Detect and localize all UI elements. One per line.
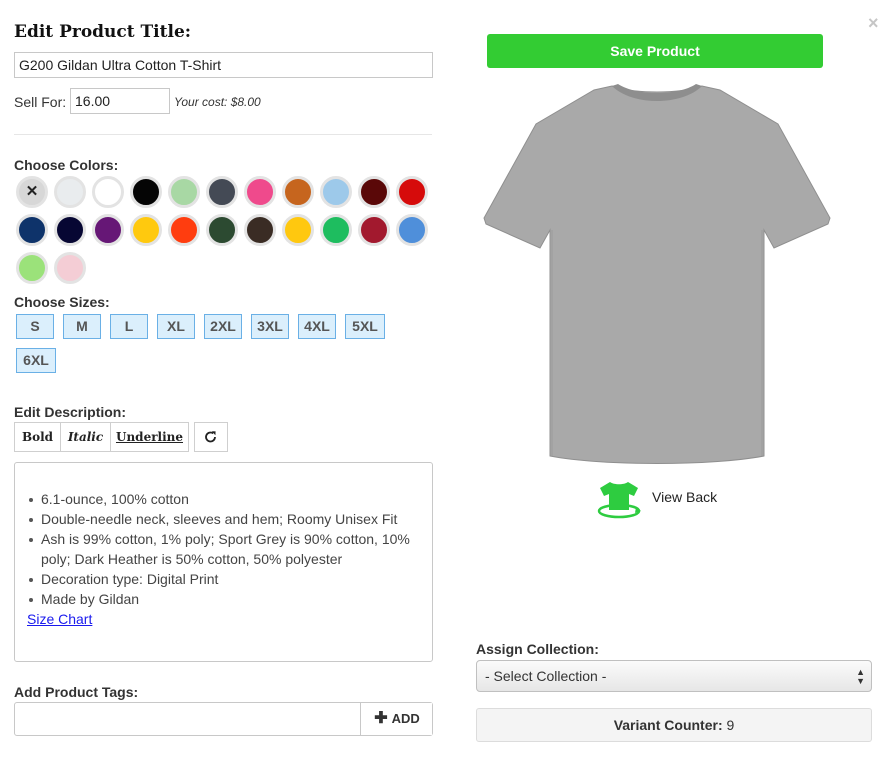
- color-swatch-purple[interactable]: [92, 214, 124, 246]
- description-editor[interactable]: 6.1-ounce, 100% cotton Double-needle neck…: [14, 462, 433, 662]
- color-swatch-pink[interactable]: [244, 176, 276, 208]
- color-swatch-yellow[interactable]: [282, 214, 314, 246]
- clear-colors-icon: ✕: [25, 183, 39, 200]
- save-product-button[interactable]: Save Product: [487, 34, 823, 68]
- choose-sizes-label: Choose Sizes:: [14, 294, 110, 310]
- color-swatch-dark-chocolate[interactable]: [244, 214, 276, 246]
- size-button-6xl[interactable]: 6XL: [16, 348, 56, 373]
- color-swatch-ash[interactable]: [54, 176, 86, 208]
- color-swatch-orange[interactable]: [168, 214, 200, 246]
- color-swatch-kelly-green[interactable]: [320, 214, 352, 246]
- description-bullet: 6.1-ounce, 100% cotton: [27, 489, 420, 509]
- color-swatch-texas-orange[interactable]: [282, 176, 314, 208]
- color-swatch-navy[interactable]: [16, 214, 48, 246]
- add-product-tags-label: Add Product Tags:: [14, 684, 139, 700]
- size-button-l[interactable]: L: [110, 314, 148, 339]
- color-swatch-gold[interactable]: [130, 214, 162, 246]
- variant-counter-value: 9: [726, 717, 735, 733]
- assign-collection-label: Assign Collection:: [476, 641, 599, 657]
- color-swatch-maroon[interactable]: [358, 176, 390, 208]
- variant-counter: Variant Counter: 9: [476, 708, 872, 742]
- size-button-3xl[interactable]: 3XL: [251, 314, 289, 339]
- color-swatch-red[interactable]: [396, 176, 428, 208]
- color-swatch-carolina-blue[interactable]: [396, 214, 428, 246]
- add-tag-button[interactable]: ✚ ADD: [362, 703, 432, 735]
- redo-icon: [205, 431, 216, 443]
- color-swatch-dark-heather[interactable]: [206, 176, 238, 208]
- edit-product-title-label: Edit Product Title:: [14, 22, 192, 42]
- color-swatch-white[interactable]: [92, 176, 124, 208]
- tags-input[interactable]: [15, 703, 361, 735]
- size-button-2xl[interactable]: 2XL: [204, 314, 242, 339]
- sell-price-input[interactable]: [70, 88, 170, 114]
- color-swatch-black[interactable]: [130, 176, 162, 208]
- close-icon[interactable]: ×: [868, 14, 879, 32]
- tags-row: ✚ ADD: [14, 702, 433, 736]
- size-button-4xl[interactable]: 4XL: [298, 314, 336, 339]
- size-button-s[interactable]: S: [16, 314, 54, 339]
- view-back-button[interactable]: View Back: [596, 478, 717, 519]
- sell-for-label: Sell For:: [14, 94, 67, 110]
- product-title-input[interactable]: [14, 52, 433, 78]
- color-swatch-cardinal[interactable]: [358, 214, 390, 246]
- select-arrows-icon: ▲ ▼: [856, 667, 865, 686]
- edit-description-label: Edit Description:: [14, 404, 127, 420]
- color-swatch-forest[interactable]: [206, 214, 238, 246]
- color-swatch-sage[interactable]: [168, 176, 200, 208]
- divider: [14, 134, 432, 135]
- tshirt-preview-image: [482, 80, 832, 464]
- description-bullet: Made by Gildan: [27, 589, 420, 609]
- color-swatch-lime[interactable]: [16, 252, 48, 284]
- redo-button[interactable]: [194, 422, 228, 452]
- description-bullet: Double-needle neck, sleeves and hem; Roo…: [27, 509, 420, 529]
- bold-button[interactable]: Bold: [14, 422, 61, 452]
- size-button-m[interactable]: M: [63, 314, 101, 339]
- italic-button[interactable]: Italic: [60, 422, 111, 452]
- tshirt-image: [483, 84, 831, 464]
- variant-counter-label: Variant Counter:: [613, 717, 723, 733]
- your-cost-text: Your cost: $8.00: [174, 95, 261, 109]
- size-button-xl[interactable]: XL: [157, 314, 195, 339]
- size-button-5xl[interactable]: 5XL: [345, 314, 385, 339]
- description-bullet: Decoration type: Digital Print: [27, 569, 420, 589]
- choose-colors-label: Choose Colors:: [14, 157, 119, 173]
- underline-button[interactable]: Underline: [110, 422, 189, 452]
- size-chart-link[interactable]: Size Chart: [27, 609, 420, 629]
- description-bullet: Ash is 99% cotton, 1% poly; Sport Grey i…: [27, 529, 420, 569]
- collection-select-value: - Select Collection -: [485, 668, 607, 684]
- add-tag-label: ADD: [391, 711, 420, 726]
- color-swatch-dark-navy[interactable]: [54, 214, 86, 246]
- plus-icon: ✚: [374, 710, 388, 727]
- description-bullet-list: 6.1-ounce, 100% cotton Double-needle neck…: [27, 489, 420, 609]
- view-back-label: View Back: [652, 489, 718, 505]
- collection-select[interactable]: - Select Collection - ▲ ▼: [476, 660, 872, 692]
- color-swatch-light-pink[interactable]: [54, 252, 86, 284]
- color-swatch-light-blue[interactable]: [320, 176, 352, 208]
- rotate-shirt-icon: [597, 482, 641, 519]
- color-swatch-clear[interactable]: ✕: [16, 176, 48, 208]
